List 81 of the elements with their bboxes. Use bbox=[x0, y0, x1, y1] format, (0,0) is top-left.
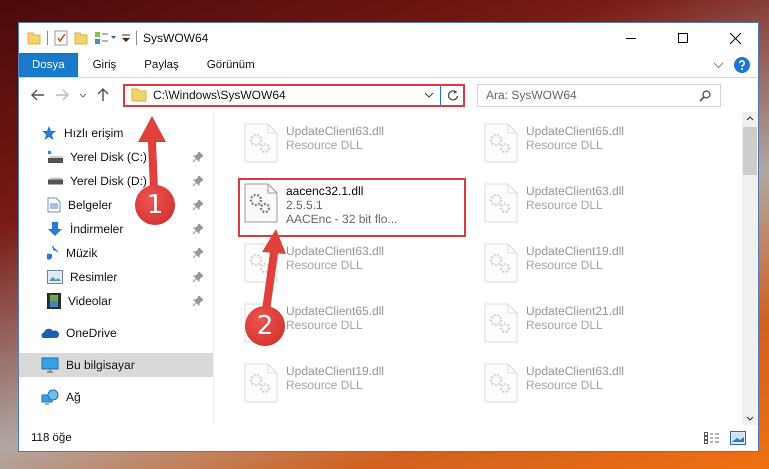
pin-icon[interactable] bbox=[193, 176, 203, 186]
scroll-up-icon[interactable] bbox=[746, 116, 754, 121]
dropdown-caret-icon[interactable] bbox=[424, 92, 434, 98]
properties-icon[interactable] bbox=[54, 30, 68, 46]
network-icon bbox=[41, 389, 59, 405]
gear-file-icon bbox=[484, 363, 518, 403]
customize-toolbar-icon[interactable] bbox=[122, 33, 130, 43]
address-bar[interactable]: C:\Windows\SysWOW64 bbox=[123, 84, 465, 106]
ribbon-tab[interactable]: Paylaş bbox=[131, 53, 192, 77]
drive-icon bbox=[47, 177, 63, 185]
star-icon bbox=[41, 125, 57, 141]
file-detail: Resource DLL bbox=[286, 378, 364, 392]
new-folder-icon[interactable] bbox=[74, 31, 88, 45]
details-view-icon[interactable] bbox=[704, 432, 720, 444]
navigation-item[interactable]: Videolar bbox=[68, 294, 112, 308]
navigation-item[interactable]: Yerel Disk (C:) bbox=[70, 150, 147, 164]
item-count: 118 öğe bbox=[31, 432, 72, 444]
file-detail: Resource DLL bbox=[526, 318, 604, 332]
file-detail: Resource DLL bbox=[526, 138, 604, 152]
pin-icon[interactable] bbox=[193, 200, 203, 210]
search-icon bbox=[699, 90, 711, 102]
file-detail: AACEnc - 32 bit flo... bbox=[286, 212, 398, 226]
navigation-item[interactable]: Hızlı erişim bbox=[19, 121, 213, 145]
scroll-down-icon[interactable] bbox=[746, 416, 754, 421]
folder-icon bbox=[131, 88, 147, 102]
file-detail: 2.5.5.1 bbox=[286, 198, 324, 212]
down-arrow-icon bbox=[47, 221, 63, 237]
file-detail: Resource DLL bbox=[286, 258, 364, 272]
gear-file-icon bbox=[244, 363, 278, 403]
file-item[interactable]: aacenc32.1.dll 2.5.5.1 AACEnc - 32 bit flo... bbox=[238, 178, 466, 237]
picture-icon bbox=[47, 270, 63, 284]
navigation-item[interactable]: Belgeler bbox=[68, 198, 112, 212]
scrollbar-thumb[interactable] bbox=[743, 127, 757, 175]
ribbon-tab[interactable]: Dosya bbox=[19, 53, 78, 77]
file-detail: Resource DLL bbox=[526, 198, 604, 212]
navigation-item[interactable]: Ağ bbox=[19, 385, 213, 409]
file-name: aacenc32.1.dll bbox=[286, 184, 364, 198]
back-arrow-icon[interactable] bbox=[31, 89, 45, 101]
scrollbar[interactable] bbox=[742, 112, 758, 425]
gear-file-icon bbox=[484, 243, 518, 283]
file-detail: Resource DLL bbox=[286, 318, 364, 332]
gear-file-icon bbox=[484, 123, 518, 163]
gear-file-icon bbox=[244, 183, 278, 223]
view-options-icon[interactable] bbox=[94, 31, 116, 45]
pin-icon[interactable] bbox=[193, 152, 203, 162]
maximize-icon bbox=[678, 33, 688, 43]
navigation-item[interactable]: Yerel Disk (D:) bbox=[70, 174, 147, 188]
help-icon[interactable] bbox=[734, 57, 750, 73]
gear-file-icon bbox=[484, 303, 518, 343]
gear-file-icon bbox=[244, 123, 278, 163]
music-note-icon bbox=[47, 245, 59, 261]
window-title: SysWOW64 bbox=[143, 31, 208, 45]
folder-icon[interactable] bbox=[27, 31, 41, 45]
refresh-icon[interactable] bbox=[447, 89, 459, 101]
large-icons-view-icon[interactable] bbox=[730, 431, 746, 445]
forward-arrow-icon[interactable] bbox=[55, 89, 69, 101]
cloud-icon bbox=[41, 327, 59, 339]
pin-icon[interactable] bbox=[193, 296, 203, 306]
film-strip-icon bbox=[47, 293, 61, 309]
navigation-item[interactable]: Müzik bbox=[66, 246, 98, 260]
file-detail: Resource DLL bbox=[526, 258, 604, 272]
navigation-item[interactable]: İndirmeler bbox=[70, 222, 124, 236]
file-detail: Resource DLL bbox=[526, 378, 604, 392]
pin-icon[interactable] bbox=[193, 224, 203, 234]
ribbon-tab[interactable]: Görünüm bbox=[194, 53, 268, 77]
search-field[interactable]: Ara: SysWOW64 bbox=[477, 84, 721, 106]
monitor-icon bbox=[41, 357, 59, 373]
up-arrow-icon[interactable] bbox=[97, 88, 109, 102]
pin-icon[interactable] bbox=[193, 272, 203, 282]
system-drive-icon bbox=[47, 149, 63, 165]
navigation-item[interactable]: Bu bilgisayar bbox=[19, 353, 213, 377]
close-icon bbox=[730, 32, 740, 44]
expand-ribbon-icon[interactable] bbox=[713, 62, 724, 68]
navigation-item[interactable]: OneDrive bbox=[19, 321, 213, 345]
recent-locations-icon[interactable] bbox=[79, 92, 87, 98]
gear-file-icon bbox=[484, 183, 518, 223]
pin-icon[interactable] bbox=[193, 248, 203, 258]
navigation-item[interactable]: Resimler bbox=[70, 270, 118, 284]
file-detail: Resource DLL bbox=[286, 138, 364, 152]
document-icon bbox=[47, 197, 61, 213]
ribbon-tab[interactable]: Giriş bbox=[80, 53, 130, 77]
